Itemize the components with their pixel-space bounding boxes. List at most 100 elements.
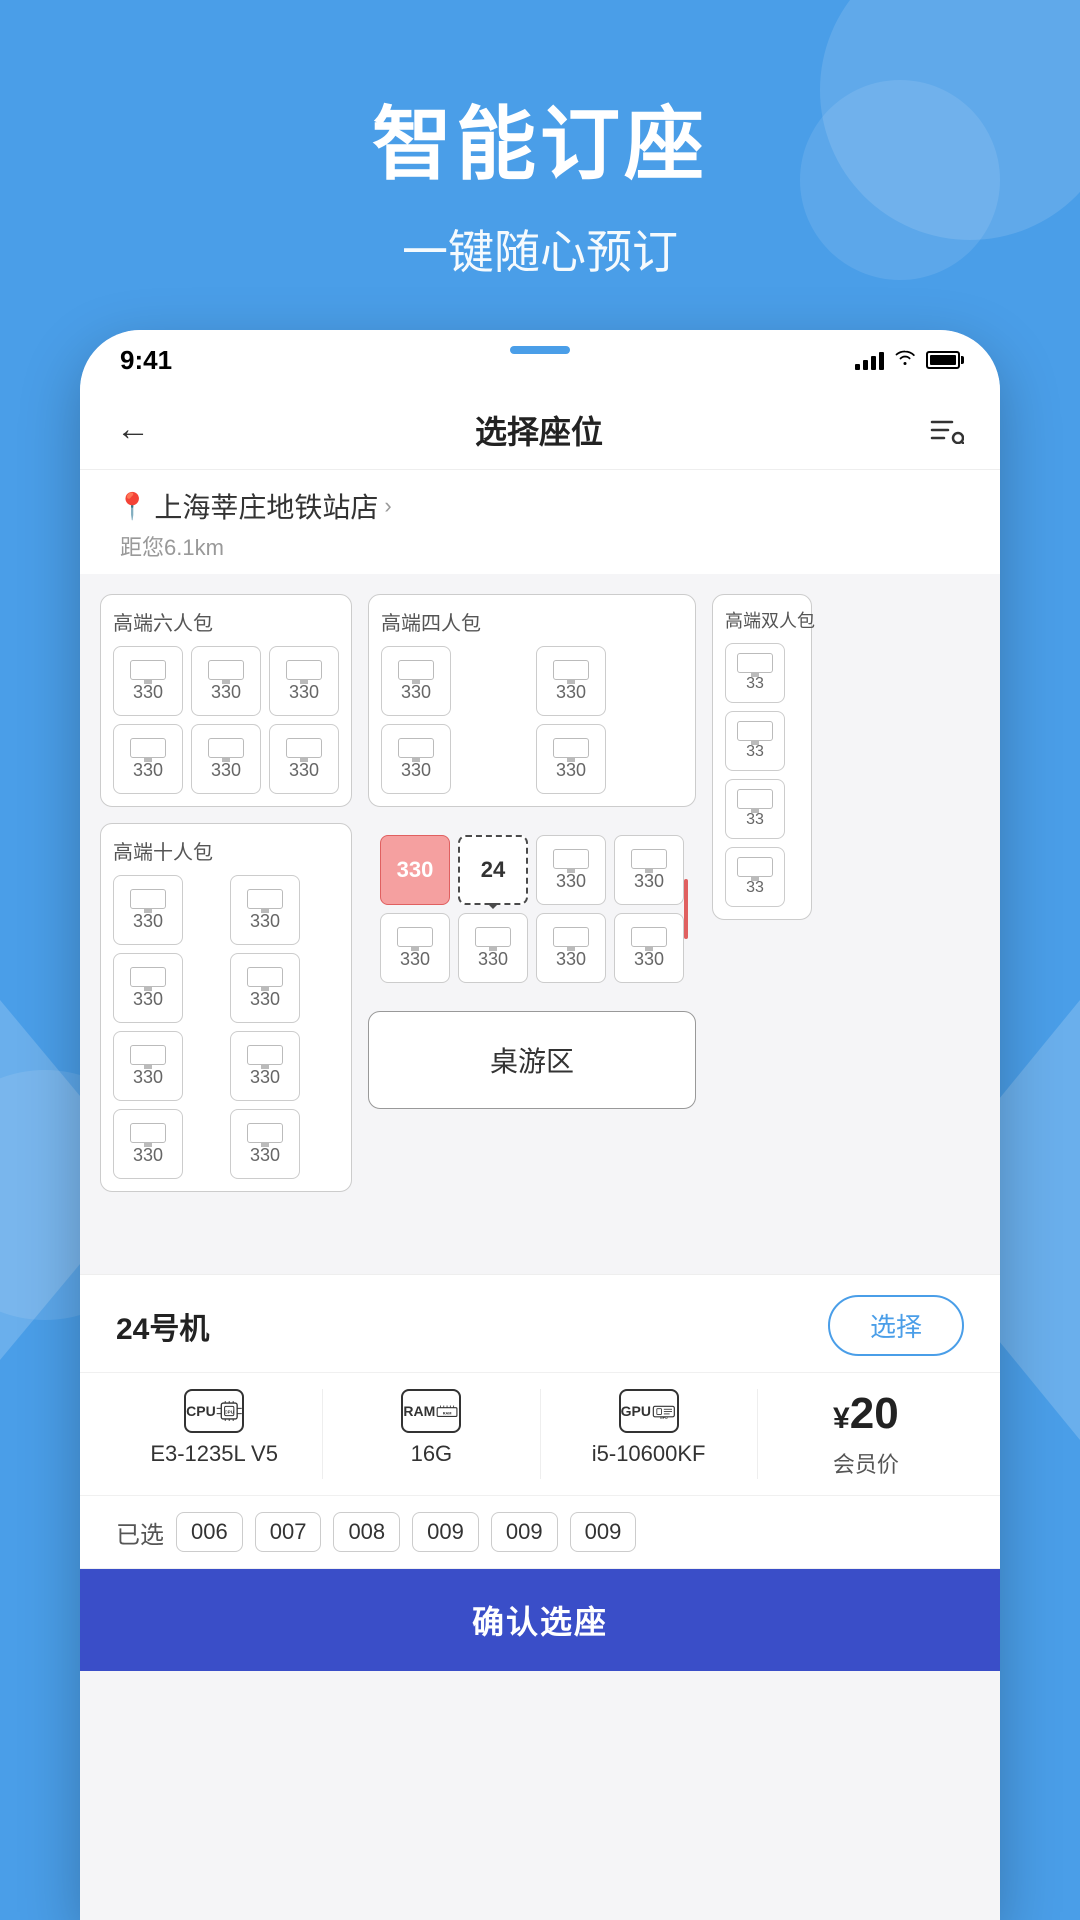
price-value: ¥20 [833, 1389, 899, 1439]
room-4-label: 高端四人包 [381, 607, 683, 636]
select-button[interactable]: 选择 [828, 1295, 964, 1356]
wifi-icon [894, 348, 916, 372]
seat-r-4[interactable]: 330 [614, 835, 684, 905]
price-item: ¥20 会员价 [768, 1389, 964, 1479]
seat-4-4[interactable]: 330 [536, 724, 606, 794]
confirm-button[interactable]: 确认选座 [80, 1569, 1000, 1671]
seat-10-1[interactable]: 330 [113, 875, 183, 945]
seat-tag-009-3[interactable]: 009 [570, 1512, 637, 1552]
seat-occupied-330[interactable]: 330 [380, 835, 450, 905]
room-2-grid: 33 33 33 33 [725, 643, 799, 907]
location-chevron-icon: › [384, 493, 391, 519]
selected-label: 已选 [116, 1515, 164, 1550]
nav-title: 选择座位 [475, 407, 603, 453]
seat-tag-007[interactable]: 007 [255, 1512, 322, 1552]
location-distance: 距您6.1km [116, 530, 964, 562]
room-2-box: 高端双人包 33 33 33 [712, 594, 812, 920]
spec-divider-2 [540, 1389, 541, 1479]
ram-value: 16G [411, 1441, 453, 1467]
svg-text:GPU: GPU [660, 1416, 668, 1420]
seat-r-6[interactable]: 330 [458, 913, 528, 983]
location-text: 上海莘庄地铁站店 [154, 486, 378, 526]
signal-icon [855, 350, 884, 370]
room-4-grid: 330 330 330 330 [381, 646, 683, 794]
seat-330-6[interactable]: 330 [269, 724, 339, 794]
seat-10-8[interactable]: 330 [230, 1109, 300, 1179]
price-symbol: ¥ [833, 1402, 850, 1435]
gpu-value: i5-10600KF [592, 1441, 706, 1467]
location-bar[interactable]: 📍 上海莘庄地铁站店 › 距您6.1km [80, 470, 1000, 574]
price-label: 会员价 [833, 1447, 899, 1479]
status-icons [855, 348, 960, 372]
machine-info-row: 24号机 选择 [80, 1275, 1000, 1373]
seat-map-scroll: 高端六人包 330 330 330 [100, 594, 980, 1274]
seat-2-1[interactable]: 33 [725, 643, 785, 703]
seat-10-4[interactable]: 330 [230, 953, 300, 1023]
hero-subtitle: 一键随心预订 [0, 216, 1080, 282]
selected-seats-row: 已选 006 007 008 009 009 009 [80, 1496, 1000, 1569]
seat-330-1[interactable]: 330 [113, 646, 183, 716]
room-10-label: 高端十人包 [113, 836, 339, 865]
seat-r-5[interactable]: 330 [380, 913, 450, 983]
seat-10-2[interactable]: 330 [230, 875, 300, 945]
battery-icon [926, 351, 960, 369]
seat-10-7[interactable]: 330 [113, 1109, 183, 1179]
seat-tag-009-2[interactable]: 009 [491, 1512, 558, 1552]
seat-330-2[interactable]: 330 [191, 646, 261, 716]
back-button[interactable]: ← [116, 410, 150, 449]
room-10-left-grid: 330 330 330 330 [113, 875, 339, 1179]
price-number: 20 [850, 1389, 899, 1438]
seat-2-4[interactable]: 33 [725, 847, 785, 907]
seat-2-2[interactable]: 33 [725, 711, 785, 771]
seat-tag-009-1[interactable]: 009 [412, 1512, 479, 1552]
room-2-label: 高端双人包 [725, 607, 799, 633]
location-name[interactable]: 📍 上海莘庄地铁站店 › [116, 486, 964, 526]
status-bar: 9:41 [80, 330, 1000, 390]
seat-4-3[interactable]: 330 [381, 724, 451, 794]
seat-r-8[interactable]: 330 [614, 913, 684, 983]
cpu-icon: CPU [184, 1389, 244, 1433]
gpu-spec: GPU i5-10600KF [551, 1389, 747, 1467]
machine-name: 24号机 [116, 1304, 209, 1348]
spec-divider-1 [322, 1389, 323, 1479]
room-10-right-seats: 330 24 330 330 [368, 823, 696, 995]
scroll-indicator [684, 879, 688, 939]
seat-330-3[interactable]: 330 [269, 646, 339, 716]
seat-10-6[interactable]: 330 [230, 1031, 300, 1101]
seat-selected-24[interactable]: 24 [458, 835, 528, 905]
room-6-box: 高端六人包 330 330 330 [100, 594, 352, 807]
board-game-area[interactable]: 桌游区 [368, 1011, 696, 1109]
room-4-box: 高端四人包 330 330 330 [368, 594, 696, 807]
ram-icon: RAM [401, 1389, 461, 1433]
seat-tag-008[interactable]: 008 [333, 1512, 400, 1552]
room-6-label: 高端六人包 [113, 607, 339, 636]
nav-bar: ← 选择座位 [80, 390, 1000, 470]
filter-search-icon[interactable] [928, 416, 964, 444]
seat-10-5[interactable]: 330 [113, 1031, 183, 1101]
seat-2-3[interactable]: 33 [725, 779, 785, 839]
seat-10-3[interactable]: 330 [113, 953, 183, 1023]
phone-mockup: 9:41 ← 选择座位 [80, 330, 1000, 1920]
room-2-column: 高端双人包 33 33 33 [712, 594, 812, 1274]
seat-330-5[interactable]: 330 [191, 724, 261, 794]
gpu-icon: GPU [619, 1389, 679, 1433]
seat-tag-006[interactable]: 006 [176, 1512, 243, 1552]
hero-title: 智能订座 [0, 80, 1080, 196]
spec-divider-3 [757, 1389, 758, 1479]
room-6-grid: 330 330 330 330 [113, 646, 339, 794]
seat-4-1[interactable]: 330 [381, 646, 451, 716]
status-time: 9:41 [120, 345, 172, 376]
svg-text:RAM: RAM [443, 1411, 452, 1415]
seat-map-container[interactable]: 高端六人包 330 330 330 [80, 574, 1000, 1274]
svg-text:CPU: CPU [224, 1410, 234, 1415]
room-10-left-box: 高端十人包 330 330 330 [100, 823, 352, 1192]
seat-r-3[interactable]: 330 [536, 835, 606, 905]
seat-4-2[interactable]: 330 [536, 646, 606, 716]
board-game-label: 桌游区 [490, 1046, 574, 1077]
notch-pill [510, 346, 570, 354]
bottom-panel: 24号机 选择 [80, 1274, 1000, 1671]
specs-row: CPU E3-1235L V5 RAM [80, 1373, 1000, 1496]
seat-330-4[interactable]: 330 [113, 724, 183, 794]
seat-r-7[interactable]: 330 [536, 913, 606, 983]
hero-section: 智能订座 一键随心预订 [0, 80, 1080, 282]
